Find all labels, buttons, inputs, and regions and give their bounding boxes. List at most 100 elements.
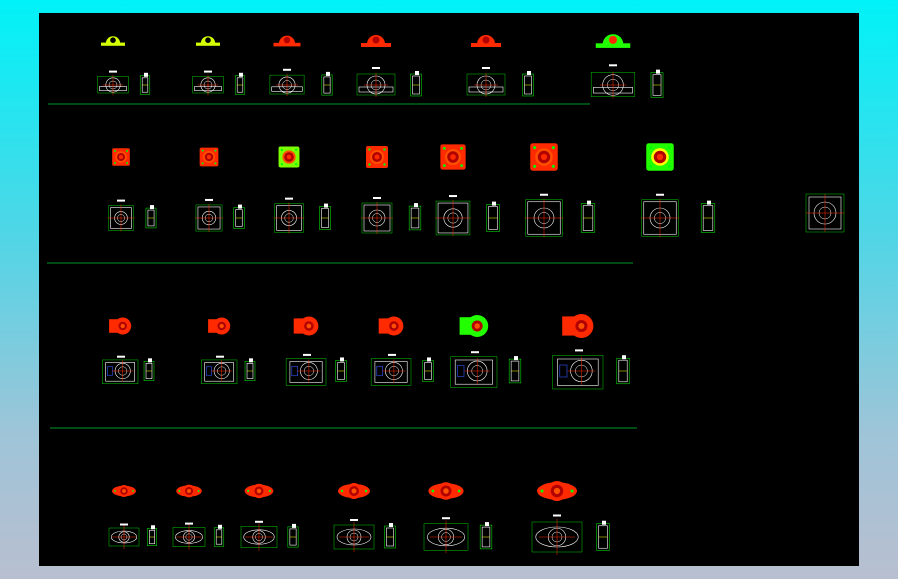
bolt-hole — [460, 164, 464, 168]
bolt-hole — [649, 164, 653, 168]
side-view-label — [415, 71, 419, 75]
bolt-hole — [533, 146, 537, 150]
bolt-hole — [551, 164, 555, 168]
oval-flange-bearing — [240, 483, 299, 551]
side-view-label — [326, 71, 330, 76]
side-view-label — [148, 358, 152, 363]
oval-flange-bore — [256, 488, 262, 494]
part-number-label — [482, 67, 490, 69]
square-flange-bearing — [107, 148, 157, 232]
side-view-label — [527, 71, 531, 75]
part-number-label — [117, 199, 125, 202]
bearing-parts-layer — [97, 34, 845, 555]
take-up-dim-box — [450, 356, 498, 388]
bolt-hole — [649, 146, 653, 150]
take-up-bore — [578, 323, 585, 329]
pillow-block-bearing — [97, 36, 151, 96]
side-view-label — [292, 523, 296, 528]
pillow-block-bearing — [192, 36, 246, 96]
pillow-block-bearing — [356, 35, 422, 97]
part-number-label — [283, 68, 291, 71]
part-number-label — [449, 195, 457, 198]
take-up-bore — [219, 323, 224, 329]
bolt-hole — [178, 490, 181, 492]
square-flange-bore — [286, 154, 292, 160]
take-up-bearing — [102, 317, 155, 384]
part-number-label — [350, 519, 358, 521]
side-view-label — [238, 204, 242, 209]
take-up-bore — [391, 323, 397, 329]
take-up-bearing — [370, 316, 434, 386]
take-up-slot — [376, 365, 383, 377]
part-number-label — [205, 198, 213, 201]
take-up-dim-box — [552, 355, 604, 390]
take-up-slot — [559, 364, 568, 378]
pillow-bore — [608, 35, 618, 44]
bolt-hole — [442, 146, 446, 150]
take-up-slot — [457, 365, 465, 377]
square-flange-extra-view — [805, 193, 845, 233]
bolt-hole — [294, 162, 298, 166]
side-view-label — [587, 200, 591, 205]
part-number-label — [255, 520, 263, 523]
part-number-label — [388, 353, 396, 356]
bolt-hole — [214, 149, 217, 152]
bolt-hole — [197, 490, 200, 492]
part-number-label — [540, 193, 548, 196]
oval-flange-bearing — [172, 484, 225, 550]
oval-flange-bore — [122, 489, 126, 493]
side-view-label — [218, 524, 222, 529]
pillow-block-bearing — [466, 35, 534, 97]
oval-flange-bore — [187, 489, 191, 493]
cad-drawing-viewport[interactable] — [39, 13, 859, 566]
oval-flange-bore — [351, 488, 357, 494]
square-flange-bearing — [361, 146, 422, 234]
bolt-hole — [126, 162, 128, 164]
cad-drawing-canvas[interactable] — [39, 13, 859, 566]
bolt-hole — [294, 148, 298, 152]
pillow-bore — [205, 37, 211, 43]
part-number-label — [442, 517, 450, 520]
bolt-hole — [570, 489, 574, 493]
bolt-hole — [280, 148, 284, 152]
pillow-bore — [372, 36, 380, 44]
side-view-label — [427, 357, 431, 362]
square-flange-bore — [450, 154, 456, 160]
take-up-slot — [291, 365, 298, 377]
bolt-hole — [132, 490, 134, 492]
square-flange-bore — [119, 155, 123, 159]
pillow-bore — [110, 37, 116, 43]
part-number-label — [120, 523, 128, 526]
part-number-label — [109, 70, 117, 73]
square-flange-bore — [206, 154, 212, 160]
take-up-slot — [107, 366, 113, 376]
bolt-hole — [214, 162, 217, 165]
bolt-hole — [383, 163, 386, 166]
side-view-label — [707, 200, 711, 205]
part-number-label — [575, 349, 583, 352]
side-view-label — [144, 72, 148, 77]
take-up-bearing — [285, 316, 347, 386]
take-up-bore — [306, 323, 312, 329]
side-view-label — [340, 357, 344, 362]
bolt-hole — [460, 146, 464, 150]
side-view-label — [602, 520, 606, 525]
bolt-hole — [431, 489, 435, 493]
pillow-bore — [482, 36, 490, 44]
bolt-hole — [667, 164, 671, 168]
side-view-label — [239, 72, 243, 77]
side-view-label — [389, 523, 393, 527]
bolt-hole — [201, 162, 204, 165]
oval-flange-bore — [443, 488, 449, 494]
part-number-label — [303, 353, 311, 356]
take-up-bearing — [552, 314, 630, 390]
pillow-block-bearing — [590, 34, 664, 99]
oval-flange-bearing — [333, 483, 396, 552]
take-up-bore — [120, 323, 125, 329]
part-number-label — [285, 197, 293, 200]
part-number-label — [373, 197, 381, 199]
bolt-hole — [368, 163, 371, 166]
square-flange-bearing — [640, 143, 716, 238]
part-number-label — [216, 355, 224, 358]
square-flange-bore — [656, 153, 664, 161]
